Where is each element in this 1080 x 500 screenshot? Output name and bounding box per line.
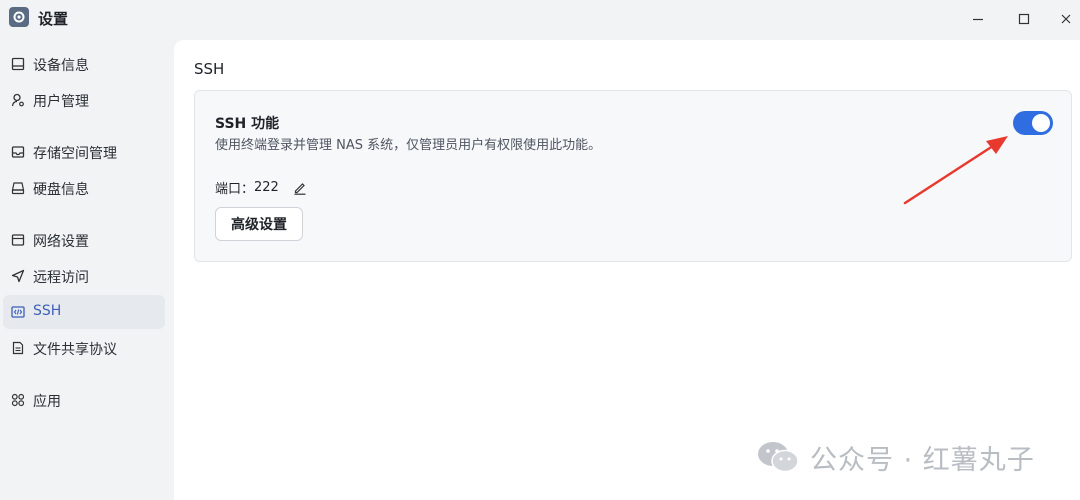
minimize-button[interactable] bbox=[966, 8, 990, 30]
remote-icon bbox=[11, 269, 25, 283]
apps-icon bbox=[11, 393, 25, 407]
close-icon bbox=[1061, 14, 1071, 24]
sidebar-item-label: 文件共享协议 bbox=[33, 342, 117, 358]
sidebar-item-label: 网络设置 bbox=[33, 234, 89, 250]
sidebar-item-label: 用户管理 bbox=[33, 94, 89, 110]
annotation-arrow bbox=[903, 136, 1008, 205]
sidebar-item-label: 存储空间管理 bbox=[33, 146, 117, 162]
storage-icon bbox=[11, 146, 25, 158]
sidebar-item-file-sharing[interactable]: 文件共享协议 bbox=[3, 331, 165, 365]
sidebar-item-label: 设备信息 bbox=[33, 58, 89, 74]
sidebar-item-label: SSH bbox=[33, 303, 62, 319]
watermark: 公众号 · 红薯丸子 bbox=[756, 437, 1035, 477]
sidebar-item-label: 远程访问 bbox=[33, 270, 89, 286]
maximize-icon bbox=[1018, 13, 1030, 25]
document-icon bbox=[12, 341, 24, 355]
wechat-icon bbox=[758, 442, 799, 473]
device-icon bbox=[11, 57, 25, 71]
user-icon bbox=[11, 93, 24, 107]
sidebar-item-ssh[interactable]: SSH bbox=[3, 295, 165, 329]
minimize-icon bbox=[973, 18, 983, 21]
sidebar-item-disk-info[interactable]: 硬盘信息 bbox=[3, 171, 165, 205]
sidebar-item-storage[interactable]: 存储空间管理 bbox=[3, 135, 165, 169]
code-icon bbox=[11, 306, 25, 318]
sidebar-item-apps[interactable]: 应用 bbox=[3, 383, 165, 417]
sidebar-item-label: 应用 bbox=[33, 394, 61, 410]
main-panel: SSH SSH 功能 使用终端登录并管理 NAS 系统，仅管理员用户有权限使用此… bbox=[174, 40, 1080, 500]
title-bar: 设置 bbox=[0, 0, 1080, 38]
sidebar-item-network[interactable]: 网络设置 bbox=[3, 223, 165, 257]
window-title: 设置 bbox=[38, 10, 69, 28]
sidebar-item-label: 硬盘信息 bbox=[33, 182, 89, 198]
close-button[interactable] bbox=[1054, 8, 1078, 30]
sidebar-item-remote-access[interactable]: 远程访问 bbox=[3, 259, 165, 293]
network-icon bbox=[11, 234, 25, 246]
maximize-button[interactable] bbox=[1012, 8, 1036, 30]
sidebar-item-user-management[interactable]: 用户管理 bbox=[3, 83, 165, 117]
sidebar-item-device-info[interactable]: 设备信息 bbox=[3, 47, 165, 81]
watermark-text: 公众号 · 红薯丸子 bbox=[810, 444, 1035, 476]
disk-icon bbox=[11, 182, 25, 195]
gear-icon bbox=[9, 7, 29, 27]
